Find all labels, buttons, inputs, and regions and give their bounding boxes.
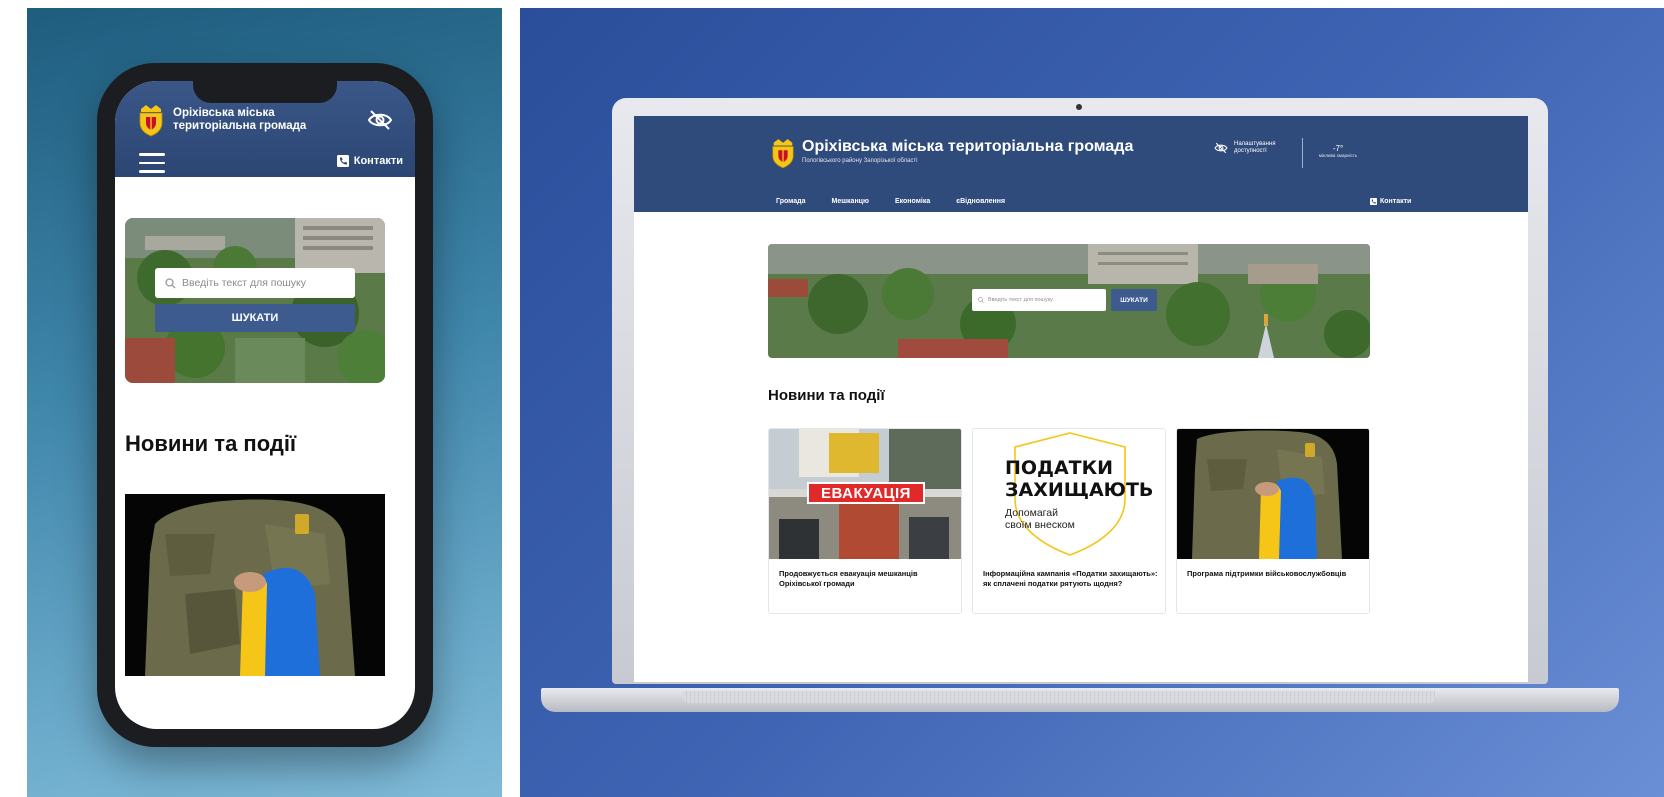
desktop-search-button[interactable]: ШУКАТИ [1111,289,1157,311]
mobile-contacts-label: Контакти [353,155,403,167]
news-card-evacuation-image: ЕВАКУАЦІЯ [769,429,961,559]
news-card-taxes-image: ПОДАТКИ ЗАХИЩАЮТЬ Допомагай своїм внеско… [973,429,1165,559]
desktop-hero-banner: Введіть текст для пошуку ШУКАТИ [768,244,1370,358]
mobile-search-button[interactable]: ШУКАТИ [155,304,355,332]
showcase-stage: Оріхівська міська територіальна громада [0,0,1664,797]
phone-icon [336,155,349,167]
phone-icon [1370,198,1377,205]
weather-temperature: -7° [1332,144,1344,153]
desktop-contacts-label: Контакти [1380,198,1412,205]
weather-condition: мінлива хмарність [1318,153,1358,158]
laptop-camera [1076,104,1082,110]
news-card-military-support[interactable]: Програма підтримки військовослужбовців [1176,428,1370,614]
news-card-evacuation-caption: Продовжується евакуація мешканців Оріхів… [779,569,918,588]
mobile-search-input[interactable]: Введіть текст для пошуку [155,268,355,298]
mobile-hero-banner: Введіть текст для пошуку ШУКАТИ [125,218,385,383]
nav-item-ekonomika[interactable]: Економіка [895,198,930,205]
taxes-poster-text: ПОДАТКИ ЗАХИЩАЮТЬ Допомагай своїм внеско… [1005,457,1153,531]
phone-screen: Оріхівська міська територіальна громада [115,81,415,729]
desktop-news-heading: Новини та події [768,387,885,404]
news-card-military-support-caption: Програма підтримки військовослужбовців [1187,569,1347,578]
laptop-keyboard-groove [683,691,1435,703]
mobile-showcase-panel: Оріхівська міська територіальна громада [27,8,502,797]
soldier-with-flag-photo [125,494,385,676]
accessibility-eye-off-icon[interactable] [367,109,393,131]
mobile-news-card-image[interactable] [125,494,385,676]
news-card-evacuation[interactable]: ЕВАКУАЦІЯ Продовжується евакуація мешкан… [768,428,962,614]
mobile-site-title[interactable]: Оріхівська міська територіальна громада [173,107,343,133]
accessibility-settings-button[interactable]: Налаштування доступності [1214,141,1304,155]
city-aerial-photo [125,218,385,383]
coat-of-arms-icon [772,139,794,169]
nav-item-meshkantsiu[interactable]: Мешканцю [831,198,868,205]
nav-item-hromada[interactable]: Громада [776,198,805,205]
search-icon [165,277,176,288]
phone-notch [193,81,337,103]
laptop-screen: Оріхівська міська територіальна громада … [634,116,1528,682]
news-card-taxes-caption: Інформаційна кампанія «Податки захищають… [983,569,1158,588]
soldier-with-flag-photo [1177,429,1369,559]
desktop-search-placeholder: Введіть текст для пошуку [988,297,1053,303]
news-card-taxes[interactable]: ПОДАТКИ ЗАХИЩАЮТЬ Допомагай своїм внеско… [972,428,1166,614]
mobile-contacts-link[interactable]: Контакти [336,155,403,167]
mobile-site-title-line2: територіальна громада [173,120,307,132]
evacuation-badge: ЕВАКУАЦІЯ [807,482,925,504]
accessibility-label-line1: Налаштування [1234,141,1276,147]
phone-frame: Оріхівська міська територіальна громада [97,63,433,747]
mobile-search-placeholder: Введіть текст для пошуку [182,277,306,289]
desktop-contacts-link[interactable]: Контакти [1370,198,1411,205]
weather-widget: -7° мінлива хмарність [1308,144,1368,158]
taxes-poster-line1: ПОДАТКИ [1005,457,1114,479]
news-card-military-support-image [1177,429,1369,559]
search-icon [978,297,984,303]
accessibility-label-line2: доступності [1234,148,1267,154]
mobile-site-title-line1: Оріхівська міська [173,107,275,119]
desktop-site-subtitle: Пологівського району Запорізької області [802,158,918,164]
taxes-poster-sub1: Допомагай [1005,507,1058,519]
desktop-header: Оріхівська міська територіальна громада … [634,116,1528,212]
hamburger-menu-icon[interactable] [139,153,165,173]
accessibility-eye-off-icon [1214,142,1228,154]
mobile-news-heading: Новини та події [125,431,297,456]
taxes-poster-sub2: своїм внеском [1005,519,1075,531]
desktop-search-input[interactable]: Введіть текст для пошуку [972,289,1106,311]
nav-item-yevidnovlennia[interactable]: єВідновлення [956,198,1005,205]
desktop-showcase-panel: Оріхівська міська територіальна громада … [520,8,1664,797]
main-nav: Громада Мешканцю Економіка єВідновлення [776,198,1005,205]
taxes-poster-line2: ЗАХИЩАЮТЬ [1005,479,1154,501]
coat-of-arms-icon [139,105,163,137]
desktop-site-title[interactable]: Оріхівська міська територіальна громада [802,138,1133,156]
header-divider [1302,138,1303,168]
